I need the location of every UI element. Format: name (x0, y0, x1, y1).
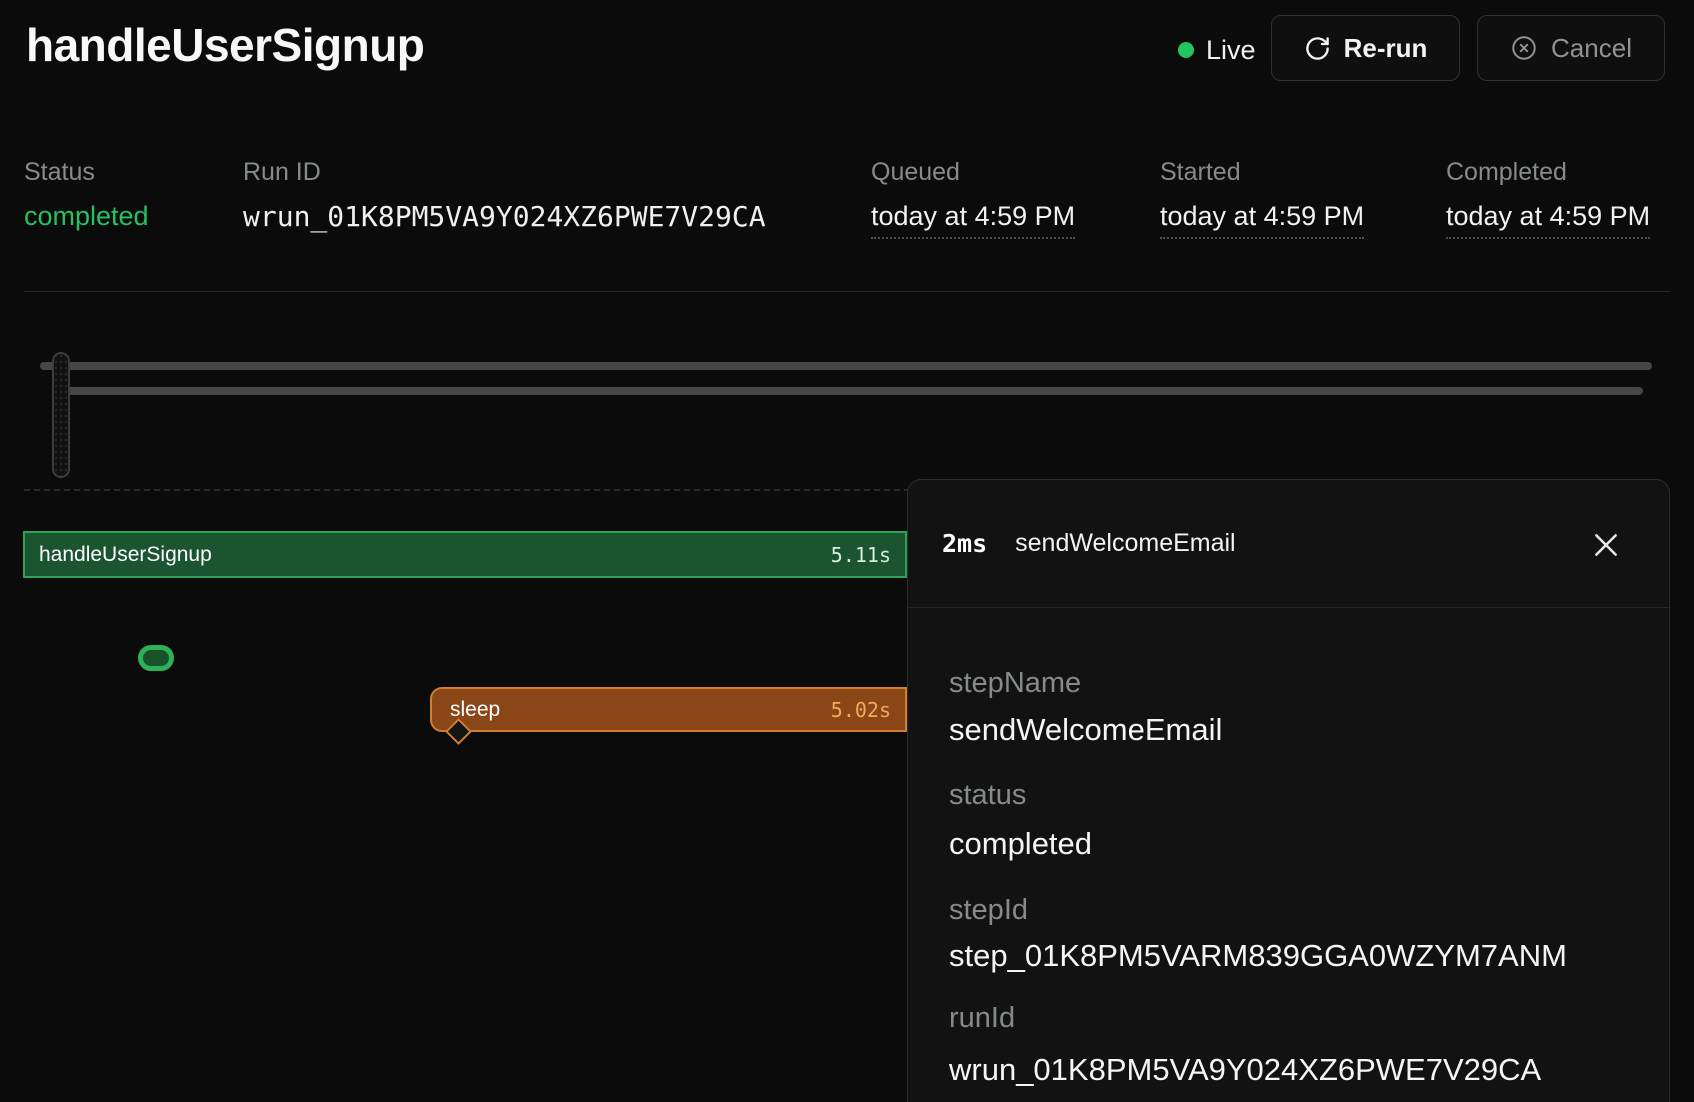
status-label: Status (24, 158, 95, 187)
field-value-stepname: sendWelcomeEmail (949, 714, 1222, 745)
status-value: completed (24, 201, 149, 232)
run-id-value: wrun_01K8PM5VA9Y024XZ6PWE7V29CA (243, 200, 766, 233)
minimap-sleep-bar (60, 387, 1643, 395)
queued-value[interactable]: today at 4:59 PM (871, 201, 1075, 239)
live-dot-icon (1178, 42, 1194, 58)
field-value-runid: wrun_01K8PM5VA9Y024XZ6PWE7V29CA (949, 1054, 1541, 1085)
run-id-label: Run ID (243, 158, 321, 187)
close-icon[interactable] (1591, 530, 1621, 560)
completed-value[interactable]: today at 4:59 PM (1446, 201, 1650, 239)
step-detail-panel: 2ms sendWelcomeEmail stepName sendWelcom… (907, 479, 1670, 1102)
panel-header-divider (908, 607, 1669, 608)
field-label-stepid: stepId (949, 896, 1028, 925)
step-duration-badge: 2ms (942, 529, 987, 558)
gantt-bar-duration: 5.02s (831, 698, 891, 722)
queued-label: Queued (871, 158, 960, 187)
field-label-status: status (949, 781, 1026, 810)
step-pill-sendwelcomeemail[interactable] (138, 645, 174, 671)
cancel-button-label: Cancel (1551, 33, 1632, 64)
field-label-stepname: stepName (949, 669, 1081, 698)
field-value-stepid: step_01K8PM5VARM839GGA0WZYM7ANM (949, 940, 1567, 971)
rerun-button-label: Re-run (1344, 33, 1428, 64)
timeline-scrubber-handle[interactable] (52, 352, 70, 478)
cancel-circle-icon (1510, 34, 1538, 62)
gantt-bar-duration: 5.11s (831, 543, 891, 567)
field-value-status: completed (949, 828, 1092, 859)
started-label: Started (1160, 158, 1241, 187)
gantt-bar-sleep[interactable]: sleep 5.02s (430, 687, 907, 732)
cancel-button[interactable]: Cancel (1477, 15, 1665, 81)
panel-step-title: sendWelcomeEmail (1015, 529, 1235, 558)
live-status-label: Live (1206, 35, 1256, 66)
gantt-bar-handleusersignup[interactable]: handleUserSignup 5.11s (23, 531, 907, 578)
minimap-root-bar (40, 362, 1652, 370)
completed-label: Completed (1446, 158, 1567, 187)
field-label-runid: runId (949, 1004, 1015, 1033)
workflow-run-page: handleUserSignup Live Re-run Cancel Stat… (0, 0, 1694, 1102)
rerun-button[interactable]: Re-run (1271, 15, 1460, 81)
page-title: handleUserSignup (26, 18, 424, 72)
meta-divider (24, 291, 1670, 292)
started-value[interactable]: today at 4:59 PM (1160, 201, 1364, 239)
panel-header: 2ms sendWelcomeEmail (908, 480, 1669, 607)
gantt-bar-label: handleUserSignup (39, 543, 212, 567)
refresh-icon (1304, 35, 1331, 62)
